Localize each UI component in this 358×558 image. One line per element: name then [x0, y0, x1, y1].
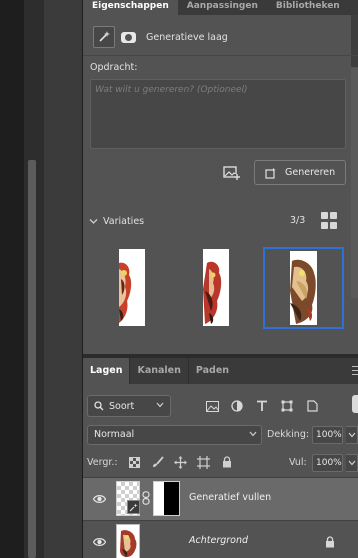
- layer-row-background[interactable]: Achtergrond: [83, 521, 358, 558]
- layer-thumbnail: [116, 481, 140, 516]
- blend-mode-dropdown[interactable]: Normaal: [87, 425, 262, 445]
- lock-icon[interactable]: [325, 536, 335, 548]
- chevron-down-icon: [249, 431, 257, 437]
- lock-all-icon[interactable]: [220, 455, 234, 469]
- chevron-down-icon[interactable]: [89, 218, 98, 225]
- variation-art-image: [203, 249, 229, 326]
- grid-view-icon[interactable]: [321, 212, 339, 230]
- opacity-dropdown[interactable]: [346, 426, 358, 444]
- blend-mode-value: Normaal: [94, 429, 135, 440]
- layer-name[interactable]: Generatief vullen: [189, 492, 271, 503]
- properties-panel: Eigenschappen Aanpassingen Bibliotheken …: [83, 0, 358, 354]
- generate-icon: [265, 167, 277, 179]
- lock-row: Vergr.:: [87, 454, 287, 470]
- properties-tab-bar: Eigenschappen Aanpassingen Bibliotheken: [83, 0, 358, 15]
- sparkle-wand-icon: [99, 31, 110, 42]
- tab-channels[interactable]: Kanalen: [129, 358, 187, 384]
- variation-thumbnail-1[interactable]: [119, 249, 145, 326]
- properties-scrollbar[interactable]: [351, 68, 358, 298]
- variation-art-image: [290, 251, 317, 325]
- lock-pixels-brush-icon[interactable]: [151, 455, 165, 469]
- eye-icon[interactable]: [93, 493, 106, 505]
- filter-toggle-switch[interactable]: [352, 395, 358, 413]
- layer-type-label: Generatieve laag: [146, 31, 228, 43]
- opacity-input[interactable]: 100%: [312, 426, 343, 444]
- mask-icon: [120, 31, 136, 43]
- lock-label: Vergr.:: [87, 456, 118, 468]
- layer-thumbnail: [116, 524, 140, 558]
- reference-image-button[interactable]: [222, 164, 242, 182]
- prompt-label: Opdracht:: [90, 62, 138, 73]
- variations-count: 3/3: [290, 215, 306, 226]
- search-icon: [94, 401, 104, 411]
- variation-art-image: [119, 249, 145, 326]
- layer-row-generative-fill[interactable]: Generatief vullen: [83, 478, 358, 520]
- opacity-label: Dekking:: [267, 429, 310, 440]
- variations-title: Variaties: [103, 215, 145, 227]
- image-plus-icon: [223, 166, 240, 180]
- type-filter-icon[interactable]: [254, 398, 270, 414]
- lock-icons: [128, 455, 234, 469]
- lock-artboard-crop-icon[interactable]: [197, 455, 211, 469]
- variation-thumbnail-2[interactable]: [203, 249, 229, 326]
- eye-icon[interactable]: [93, 536, 106, 548]
- tab-layers[interactable]: Lagen: [83, 358, 130, 384]
- layers-panel: Lagen Kanalen Paden Soort Normaal Dekkin…: [83, 358, 358, 558]
- fill-input[interactable]: 100%: [312, 454, 343, 472]
- chevron-down-icon: [156, 402, 164, 408]
- pixel-filter-icon[interactable]: [204, 398, 220, 414]
- background-art-image: [117, 525, 139, 558]
- generative-badge-icon: [127, 500, 140, 514]
- document-scrollbar[interactable]: [28, 160, 36, 558]
- prompt-input[interactable]: [95, 85, 341, 95]
- lock-transparency-icon[interactable]: [128, 455, 142, 469]
- layers-tab-bar: Lagen Kanalen Paden: [83, 358, 358, 384]
- canvas-edge: [0, 0, 24, 558]
- layer-filter-dropdown[interactable]: Soort: [87, 395, 171, 417]
- generate-label: Genereren: [285, 167, 336, 178]
- layer-name[interactable]: Achtergrond: [189, 535, 248, 546]
- lock-position-move-icon[interactable]: [174, 455, 188, 469]
- layer-mask-button[interactable]: [117, 26, 139, 48]
- filter-kind-label: Soort: [109, 400, 135, 412]
- panel-menu-icon[interactable]: [352, 366, 358, 375]
- variations-header: Variaties 3/3: [89, 212, 346, 230]
- layer-type-row: Generatieve laag: [93, 26, 228, 48]
- layer-filter-icons: [204, 398, 320, 414]
- section-divider: [83, 55, 358, 56]
- fill-label: Vul:: [289, 457, 307, 468]
- generative-layer-button[interactable]: [93, 26, 115, 48]
- tab-adjustments[interactable]: Aanpassingen: [178, 0, 267, 15]
- shape-filter-icon[interactable]: [279, 398, 295, 414]
- adjustment-filter-icon[interactable]: [229, 398, 245, 414]
- properties-scroll-track: [351, 15, 358, 67]
- chevron-down-icon: [348, 432, 356, 438]
- smart-object-filter-icon[interactable]: [304, 398, 320, 414]
- tab-libraries[interactable]: Bibliotheken: [267, 0, 349, 15]
- link-chain-icon[interactable]: [142, 491, 150, 505]
- workspace-gap: [44, 0, 82, 558]
- prompt-field[interactable]: [90, 79, 346, 149]
- generate-button[interactable]: Genereren: [254, 160, 346, 185]
- fill-dropdown[interactable]: [346, 454, 358, 472]
- tab-paths[interactable]: Paden: [187, 358, 236, 384]
- variation-art-frame: [290, 251, 317, 325]
- chevron-down-icon: [348, 460, 356, 466]
- layer-mask-thumbnail[interactable]: [153, 481, 180, 516]
- tab-properties[interactable]: Eigenschappen: [83, 0, 178, 15]
- variation-thumbnail-3-selected[interactable]: [263, 247, 344, 329]
